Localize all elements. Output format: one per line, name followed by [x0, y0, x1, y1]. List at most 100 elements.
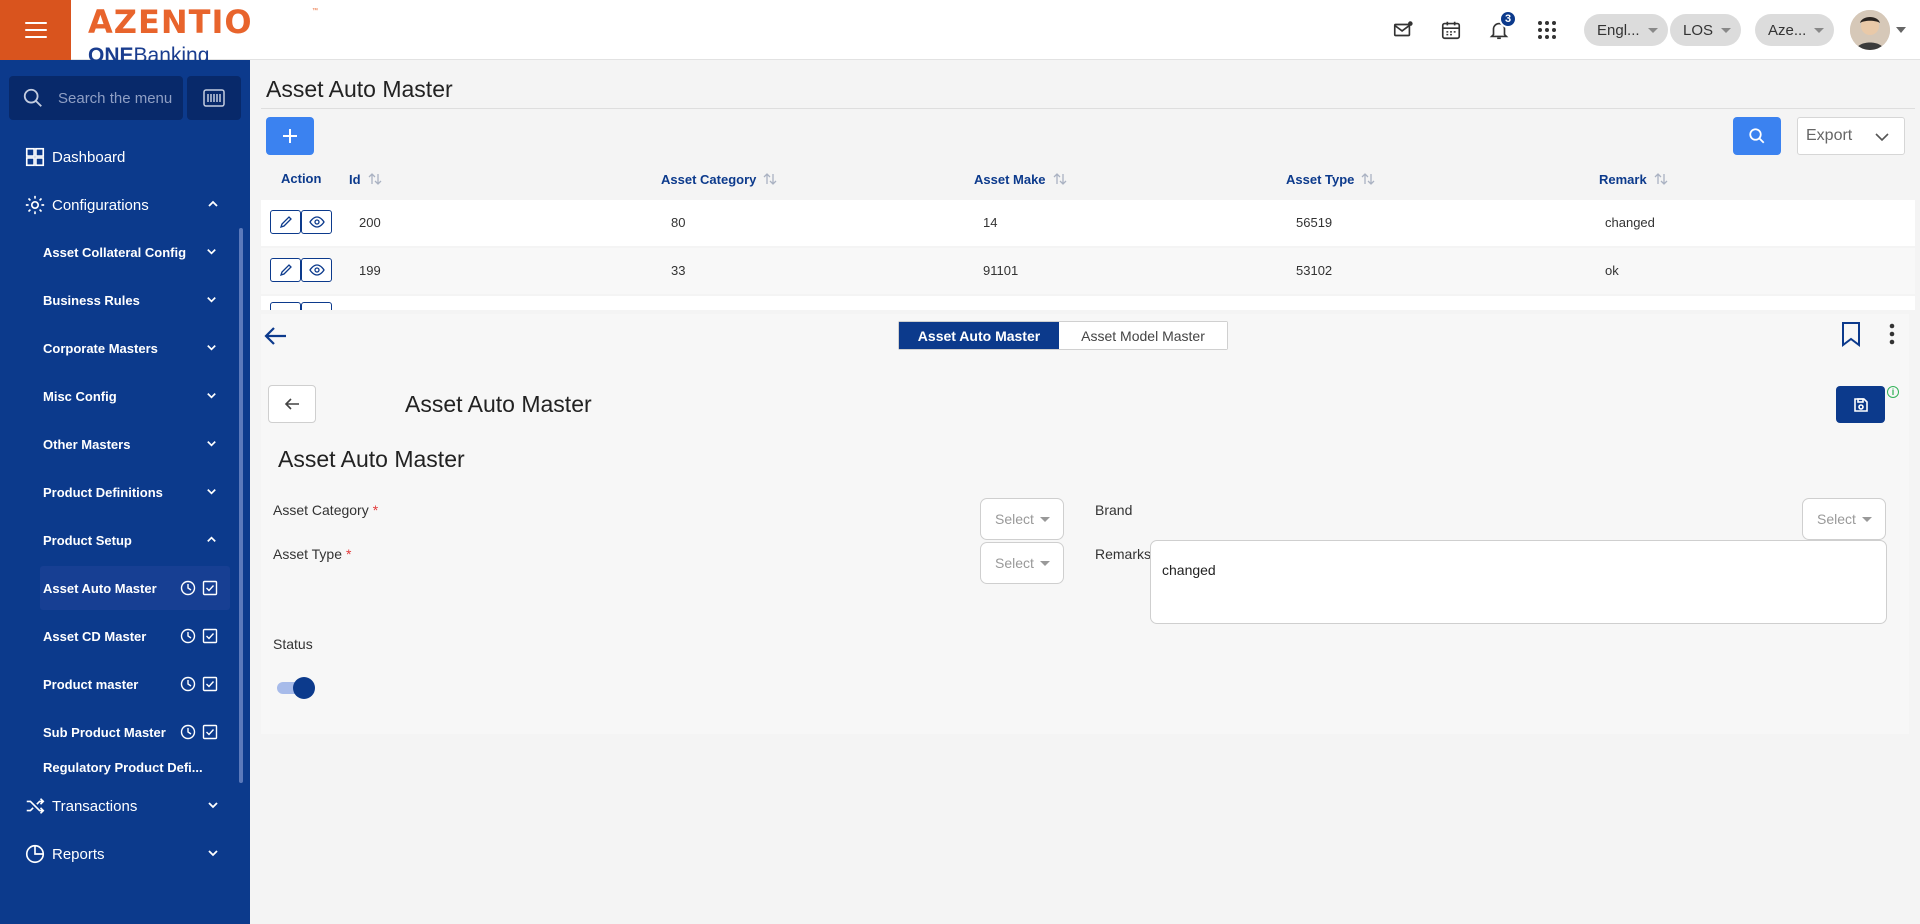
bookmark-icon[interactable]	[1840, 321, 1862, 352]
form-back-button[interactable]	[268, 385, 316, 423]
status-toggle[interactable]	[277, 677, 315, 699]
edit-button[interactable]	[270, 210, 301, 234]
cell-remark: ok	[1605, 263, 1619, 278]
sidebar-group-product-definitions[interactable]: Product Definitions	[0, 469, 240, 515]
avatar-chevron-icon[interactable]	[1896, 27, 1906, 33]
apps-grid-icon[interactable]	[1535, 18, 1559, 42]
pencil-icon	[279, 216, 292, 229]
edit-button[interactable]	[270, 258, 301, 282]
back-arrow-icon[interactable]	[263, 323, 289, 349]
sidebar-item-dashboard[interactable]: Dashboard	[0, 134, 250, 180]
sidebar-item-product-master[interactable]: Product master	[40, 662, 230, 706]
sidebar-group-product-setup[interactable]: Product Setup	[0, 517, 240, 563]
column-label: Action	[281, 171, 322, 186]
sort-icon	[1361, 173, 1375, 185]
entity-select[interactable]: Aze...	[1755, 14, 1835, 46]
barcode-scan-button[interactable]	[187, 76, 241, 120]
chevron-down-icon	[207, 249, 216, 255]
sidebar-item-sub-product-master[interactable]: Sub Product Master	[40, 710, 230, 754]
sidebar-item-asset-cd-master[interactable]: Asset CD Master	[40, 614, 230, 658]
sort-icon	[763, 173, 777, 185]
column-header-asset-type[interactable]: Asset Type	[1286, 171, 1376, 187]
clock-icon[interactable]	[180, 628, 196, 644]
menu-toggle-button[interactable]	[0, 0, 71, 60]
gear-icon	[25, 195, 45, 215]
save-icon	[1853, 397, 1868, 412]
avatar[interactable]	[1850, 10, 1890, 50]
chevron-down-icon	[1647, 27, 1658, 33]
chevron-down-icon	[207, 441, 216, 447]
brand-select[interactable]: Select	[1802, 498, 1886, 540]
view-button[interactable]	[301, 258, 332, 282]
sidebar-group-other-masters[interactable]: Other Masters	[0, 421, 240, 467]
sidebar-item-asset-auto-master[interactable]: Asset Auto Master	[40, 566, 230, 610]
module-select[interactable]: LOS	[1670, 14, 1742, 46]
sidebar-item-label: Configurations	[52, 196, 149, 214]
checkbox-icon[interactable]	[202, 724, 218, 740]
sidebar-group-regulatory-product[interactable]: Regulatory Product Defi...	[0, 753, 240, 775]
sidebar-group-corporate-masters[interactable]: Corporate Masters	[0, 325, 240, 371]
cell-asset-type: 56519	[1296, 215, 1333, 230]
status-label: Status	[273, 636, 313, 652]
add-button[interactable]	[266, 117, 314, 155]
column-header-asset-category[interactable]: Asset Category	[661, 171, 778, 187]
column-header-asset-make[interactable]: Asset Make	[974, 171, 1068, 187]
mail-icon[interactable]	[1391, 18, 1415, 42]
table-row: 199 33 91101 53102 ok	[261, 248, 1915, 294]
tab-asset-auto-master[interactable]: Asset Auto Master	[899, 322, 1059, 349]
column-header-id[interactable]: Id	[349, 171, 383, 187]
search-button[interactable]	[1733, 117, 1781, 155]
chevron-up-icon	[208, 200, 218, 207]
sidebar-item-transactions[interactable]: Transactions	[0, 783, 250, 829]
sidebar-group-label: Other Masters	[43, 436, 131, 452]
caret-down-icon	[1861, 516, 1872, 522]
sidebar-item-label: Reports	[52, 845, 105, 863]
view-button[interactable]	[301, 210, 332, 234]
sidebar-item-configurations[interactable]: Configurations	[0, 182, 250, 228]
chevron-down-icon	[1875, 133, 1889, 142]
save-button[interactable]	[1836, 386, 1885, 423]
column-header-remark[interactable]: Remark	[1599, 171, 1669, 187]
toggle-knob	[293, 677, 315, 699]
checkbox-icon[interactable]	[202, 628, 218, 644]
select-placeholder: Select	[1817, 511, 1856, 527]
sidebar-group-label: Business Rules	[43, 292, 140, 308]
language-select[interactable]: Engl...	[1584, 14, 1668, 46]
sidebar-group-asset-collateral-config[interactable]: Asset Collateral Config	[0, 229, 240, 275]
asset-category-label: Asset Category *	[273, 502, 378, 518]
detail-panel	[261, 314, 1909, 734]
chevron-down-icon	[1721, 27, 1732, 33]
menu-search[interactable]	[9, 76, 183, 120]
chevron-down-icon	[1814, 27, 1825, 33]
column-header-action: Action	[281, 171, 321, 186]
clock-icon[interactable]	[180, 580, 196, 596]
sidebar-scrollbar[interactable]	[239, 228, 243, 783]
checkbox-icon[interactable]	[202, 676, 218, 692]
menu-icon	[24, 22, 47, 38]
entity-value: Aze...	[1768, 21, 1807, 39]
calendar-icon[interactable]	[1439, 18, 1463, 42]
sidebar-item-reports[interactable]: Reports	[0, 831, 250, 877]
tab-asset-model-master[interactable]: Asset Model Master	[1059, 322, 1227, 349]
asset-category-select[interactable]: Select	[980, 498, 1064, 540]
checkbox-icon[interactable]	[202, 580, 218, 596]
export-dropdown[interactable]: Export	[1797, 117, 1905, 155]
asset-type-select[interactable]: Select	[980, 542, 1064, 584]
sidebar-group-misc-config[interactable]: Misc Config	[0, 373, 240, 419]
required-mark: *	[372, 502, 379, 518]
remarks-textarea[interactable]: changed	[1150, 540, 1887, 624]
pie-chart-icon	[25, 844, 45, 864]
export-label: Export	[1806, 127, 1853, 144]
asset-type-label: Asset Type *	[273, 546, 351, 562]
info-icon[interactable]: i	[1887, 386, 1899, 398]
menu-search-input[interactable]	[58, 89, 178, 107]
more-options-icon[interactable]	[1888, 322, 1896, 351]
edit-button[interactable]	[270, 302, 301, 310]
view-button[interactable]	[301, 302, 332, 310]
clock-icon[interactable]	[180, 676, 196, 692]
sidebar-group-business-rules[interactable]: Business Rules	[0, 277, 240, 323]
sidebar-item-label: Transactions	[52, 797, 138, 815]
cell-remark: changed	[1605, 215, 1655, 230]
clock-icon[interactable]	[180, 724, 196, 740]
logo-brand: AZENTIO	[88, 4, 253, 41]
